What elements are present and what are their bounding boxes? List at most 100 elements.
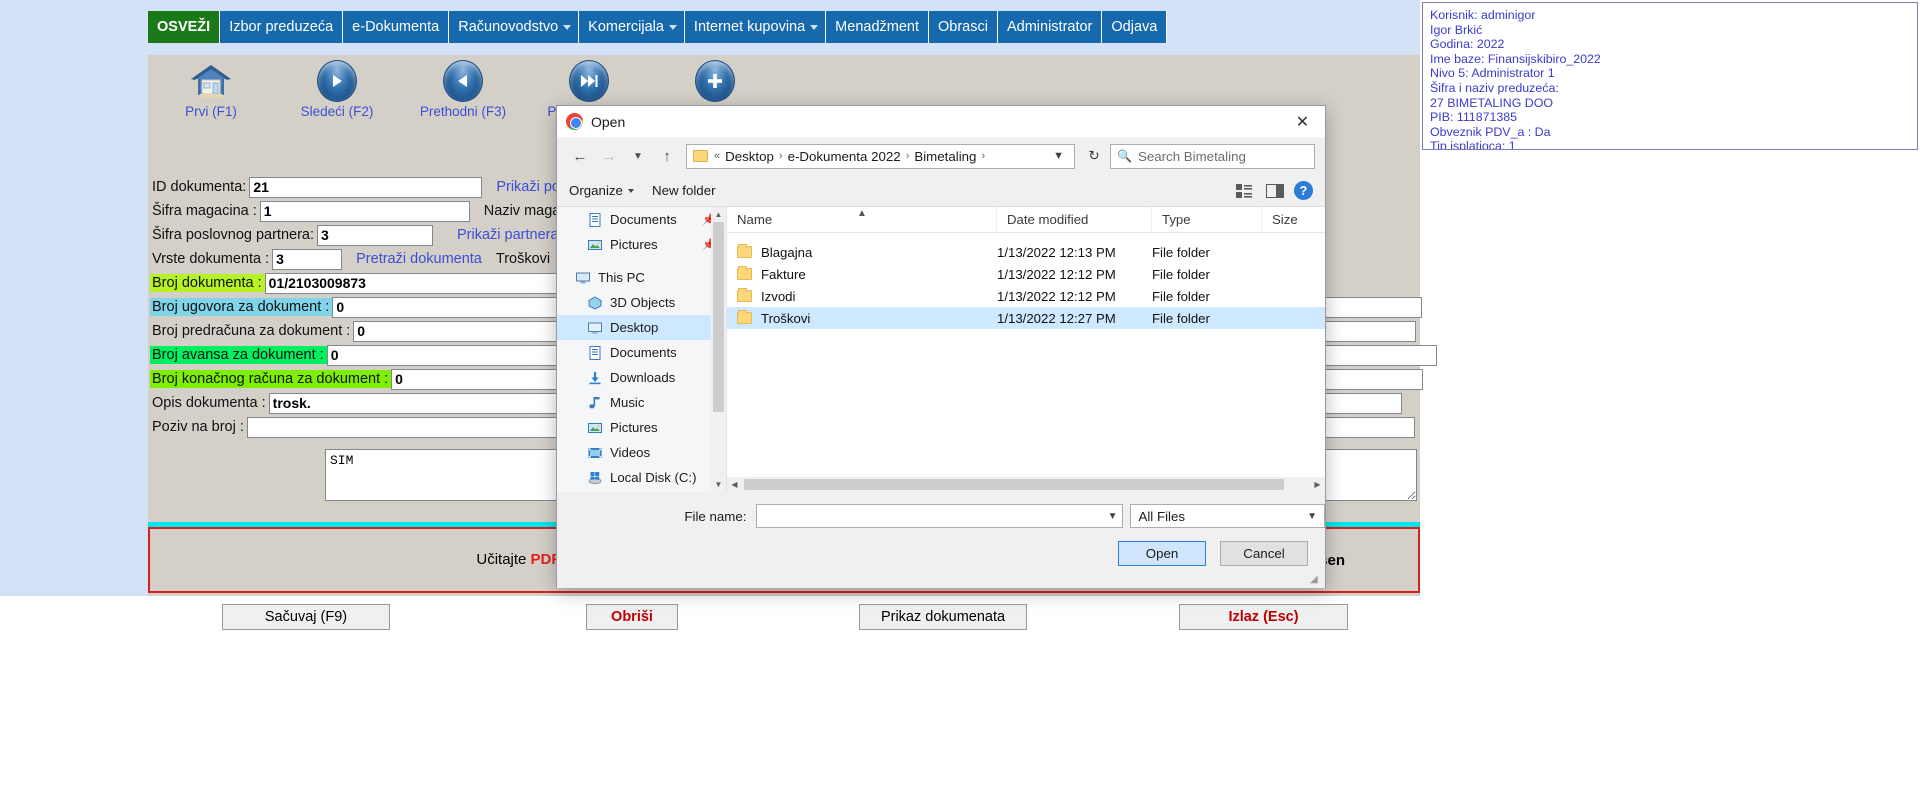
resize-grip-icon[interactable]: ◢: [1310, 574, 1322, 586]
file-name: Fakture: [761, 266, 806, 282]
column-header-type[interactable]: Type: [1152, 207, 1262, 232]
nav-item-komercijala[interactable]: Komercijala: [579, 11, 685, 43]
file-type-select[interactable]: All Files ▼: [1130, 504, 1325, 528]
refresh-icon[interactable]: ↻: [1081, 144, 1107, 169]
nav-item-izbor-preduzeca[interactable]: Izbor preduzeća: [220, 11, 344, 43]
toolbar-button-prethodni[interactable]: Prethodni (F3): [400, 60, 526, 119]
nav-item-e-dokumenta[interactable]: e-Dokumenta: [343, 11, 450, 43]
scroll-left-icon[interactable]: ◀: [727, 480, 742, 489]
recent-locations-icon[interactable]: ▼: [625, 143, 651, 169]
scrollbar-thumb[interactable]: [744, 479, 1284, 490]
play-next-icon: [274, 60, 400, 102]
sidebar-item-pictures[interactable]: Pictures: [557, 415, 726, 440]
file-name-input[interactable]: ▼: [756, 504, 1124, 528]
nav-item-osvezi[interactable]: OSVEŽI: [148, 11, 221, 43]
link-prikazi-partnera[interactable]: Prikaži partnera: [457, 227, 559, 243]
nav-item-internet-kupovina[interactable]: Internet kupovina: [684, 11, 827, 43]
change-view-button[interactable]: [1236, 183, 1256, 198]
chevron-down-icon[interactable]: ▼: [1047, 150, 1070, 162]
link-pretrazi-dokumenta[interactable]: Pretraži dokumenta: [356, 251, 482, 267]
folder-icon: [737, 266, 752, 280]
input-sifra-partnera[interactable]: [317, 224, 434, 246]
scroll-down-icon[interactable]: ▼: [711, 477, 726, 492]
exit-button[interactable]: Izlaz (Esc): [1179, 604, 1348, 630]
organize-button[interactable]: Organize: [569, 183, 634, 198]
close-icon[interactable]: ✕: [1280, 106, 1325, 137]
warning-part1: Učitajte: [476, 551, 531, 568]
label-sifra-magacina: Šifra magacina :: [152, 203, 257, 219]
info-line-name: Igor Brkić: [1430, 22, 1483, 37]
search-input[interactable]: 🔍 Search Bimetaling: [1110, 143, 1315, 169]
sidebar-item-3d-objects[interactable]: 3D Objects: [557, 290, 726, 315]
sidebar-item-documents[interactable]: Documents: [557, 340, 726, 365]
sidebar-item-local-disk-c[interactable]: Local Disk (C:): [557, 465, 726, 490]
sidebar-scrollbar[interactable]: ▲ ▼: [711, 207, 726, 492]
file-date: 1/13/2022 12:13 PM: [997, 244, 1116, 260]
show-documents-button[interactable]: Prikaz dokumenata: [859, 604, 1027, 630]
sidebar-item-documents-quick[interactable]: Documents 📌: [557, 207, 726, 232]
scroll-up-icon[interactable]: ▲: [711, 207, 726, 222]
file-list-horizontal-scrollbar[interactable]: ◀ ▶: [727, 477, 1325, 492]
save-button[interactable]: Sačuvaj (F9): [222, 604, 390, 630]
scroll-right-icon[interactable]: ▶: [1310, 480, 1325, 489]
open-button[interactable]: Open: [1118, 541, 1206, 566]
field-row-sifra-partnera: Šifra poslovnog partnera: Prikaži partne…: [150, 224, 599, 246]
delete-button[interactable]: Obriši: [586, 604, 678, 630]
input-sifra-magacina[interactable]: [259, 200, 470, 222]
file-row-blagajna[interactable]: Blagajna 1/13/2022 12:13 PM File folder: [727, 241, 1325, 263]
breadcrumb[interactable]: « Desktop › e-Dokumenta 2022 › Bimetalin…: [686, 143, 1075, 169]
back-icon[interactable]: ←: [567, 143, 593, 169]
nav-label: Odjava: [1111, 19, 1158, 35]
field-row-vrste-dokumenta: Vrste dokumenta : Pretraži dokumenta Tro…: [150, 248, 550, 270]
action-button-row: Sačuvaj (F9) Obriši Prikaz dokumenata Iz…: [148, 604, 1420, 630]
skip-last-icon: [526, 60, 652, 102]
sidebar-label: Desktop: [610, 320, 659, 335]
label-broj-avansa: Broj avansa za dokument :: [150, 346, 327, 364]
nav-item-administrator[interactable]: Administrator: [997, 11, 1103, 43]
file-row-fakture[interactable]: Fakture 1/13/2022 12:12 PM File folder: [727, 263, 1325, 285]
chevron-down-icon[interactable]: ▼: [1108, 511, 1118, 522]
info-line-tip-isplatioca: Tip isplatioca: 1: [1430, 139, 1516, 150]
sidebar-label: Pictures: [610, 237, 658, 252]
downloads-icon: [587, 370, 603, 385]
nav-item-racunovodstvo[interactable]: Računovodstvo: [449, 11, 580, 43]
sidebar-item-music[interactable]: Music: [557, 390, 726, 415]
forward-icon[interactable]: →: [596, 143, 622, 169]
file-name-cell: Fakture: [727, 266, 997, 282]
folder-icon: [737, 244, 752, 258]
help-icon[interactable]: ?: [1294, 181, 1313, 200]
input-vrste-dokumenta[interactable]: [272, 248, 343, 270]
toolbar-button-prvi[interactable]: Prvi (F1): [148, 60, 274, 119]
file-row-izvodi[interactable]: Izvodi 1/13/2022 12:12 PM File folder: [727, 285, 1325, 307]
breadcrumb-item-desktop[interactable]: Desktop: [721, 149, 778, 164]
sidebar-item-this-pc[interactable]: This PC: [557, 265, 726, 290]
column-header-size[interactable]: Size: [1262, 207, 1322, 232]
desktop-icon: [587, 320, 603, 335]
dialog-command-bar: Organize New folder ?: [557, 175, 1325, 207]
file-row-troskovi[interactable]: Troškovi 1/13/2022 12:27 PM File folder: [727, 307, 1325, 329]
pictures-icon: [587, 420, 603, 435]
dialog-title: Open: [591, 113, 626, 130]
nav-item-odjava[interactable]: Odjava: [1102, 11, 1168, 43]
breadcrumb-item-edokumenta[interactable]: e-Dokumenta 2022: [784, 149, 905, 164]
toolbar-button-sledeci[interactable]: Sledeći (F2): [274, 60, 400, 119]
cancel-label: Cancel: [1243, 546, 1285, 561]
info-line-pib: PIB: 111871385: [1430, 110, 1518, 125]
scrollbar-thumb[interactable]: [713, 222, 724, 412]
sidebar-item-desktop[interactable]: Desktop: [557, 315, 726, 340]
new-folder-button[interactable]: New folder: [652, 183, 716, 198]
breadcrumb-item-bimetaling[interactable]: Bimetaling: [910, 149, 980, 164]
cancel-button[interactable]: Cancel: [1220, 541, 1308, 566]
sidebar-item-downloads[interactable]: Downloads: [557, 365, 726, 390]
sidebar-item-videos[interactable]: Videos: [557, 440, 726, 465]
label-broj-predracuna: Broj predračuna za dokument :: [152, 323, 351, 339]
nav-item-menadzment[interactable]: Menadžment: [826, 11, 929, 43]
sidebar-item-pictures-quick[interactable]: Pictures 📌: [557, 232, 726, 257]
column-header-date-modified[interactable]: Date modified: [997, 207, 1152, 232]
up-icon[interactable]: ↑: [654, 143, 680, 169]
input-id-dokumenta[interactable]: [249, 176, 483, 198]
breadcrumb-separator: ›: [981, 150, 986, 162]
chevron-down-icon[interactable]: ▼: [1307, 511, 1317, 522]
nav-item-obrasci[interactable]: Obrasci: [929, 11, 998, 43]
preview-pane-button[interactable]: [1266, 183, 1284, 198]
